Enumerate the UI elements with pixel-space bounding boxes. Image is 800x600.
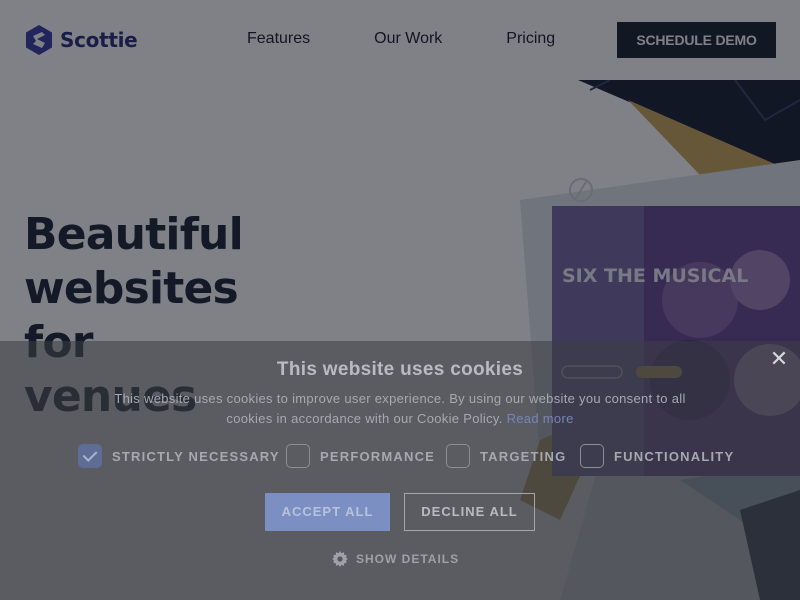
option-strictly-necessary[interactable]: STRICTLY NECESSARY xyxy=(78,444,280,468)
cookie-policy-text: This website uses cookies to improve use… xyxy=(114,391,686,426)
option-label: PERFORMANCE xyxy=(320,448,436,464)
scottie-logo-icon xyxy=(26,25,52,55)
option-performance[interactable]: PERFORMANCE xyxy=(286,444,435,468)
site-header: Scottie Features Our Work Pricing SCHEDU… xyxy=(0,0,800,80)
targeting-checkbox[interactable] xyxy=(446,444,470,468)
read-more-link[interactable]: Read more xyxy=(507,411,574,426)
accept-all-button[interactable]: ACCEPT ALL xyxy=(265,493,390,531)
logo-text: Scottie xyxy=(60,28,138,52)
check-icon[interactable] xyxy=(78,444,102,468)
cookie-banner: This website uses cookies ✕ This website… xyxy=(0,341,800,600)
option-targeting[interactable]: TARGETING xyxy=(446,444,566,468)
cookie-options: STRICTLY NECESSARY PERFORMANCE TARGETING… xyxy=(0,444,800,468)
logo[interactable]: Scottie xyxy=(24,24,138,56)
decline-all-button[interactable]: DECLINE ALL xyxy=(404,493,535,531)
nav-features-link[interactable]: Features xyxy=(247,30,310,48)
functionality-checkbox[interactable] xyxy=(580,444,604,468)
performance-checkbox[interactable] xyxy=(286,444,310,468)
nav-our-work-link[interactable]: Our Work xyxy=(374,30,442,48)
cookie-banner-text: This website uses cookies to improve use… xyxy=(100,389,700,429)
option-label: TARGETING xyxy=(480,448,567,464)
schedule-demo-button[interactable]: SCHEDULE DEMO xyxy=(617,22,776,58)
option-label: STRICTLY NECESSARY xyxy=(112,448,280,464)
option-functionality[interactable]: FUNCTIONALITY xyxy=(580,444,734,468)
show-details-toggle[interactable]: SHOW DETAILS xyxy=(332,551,459,567)
gear-icon xyxy=(332,551,348,567)
main-nav: Features Our Work Pricing xyxy=(247,30,555,48)
close-icon[interactable]: ✕ xyxy=(768,349,790,371)
poster-title: SIX THE MUSICAL xyxy=(562,265,748,287)
cookie-banner-title: This website uses cookies xyxy=(276,359,524,380)
show-details-label: SHOW DETAILS xyxy=(356,552,460,566)
option-label: FUNCTIONALITY xyxy=(614,448,735,464)
hero-title-line-1: Beautiful websites xyxy=(24,209,244,314)
nav-pricing-link[interactable]: Pricing xyxy=(506,30,555,48)
